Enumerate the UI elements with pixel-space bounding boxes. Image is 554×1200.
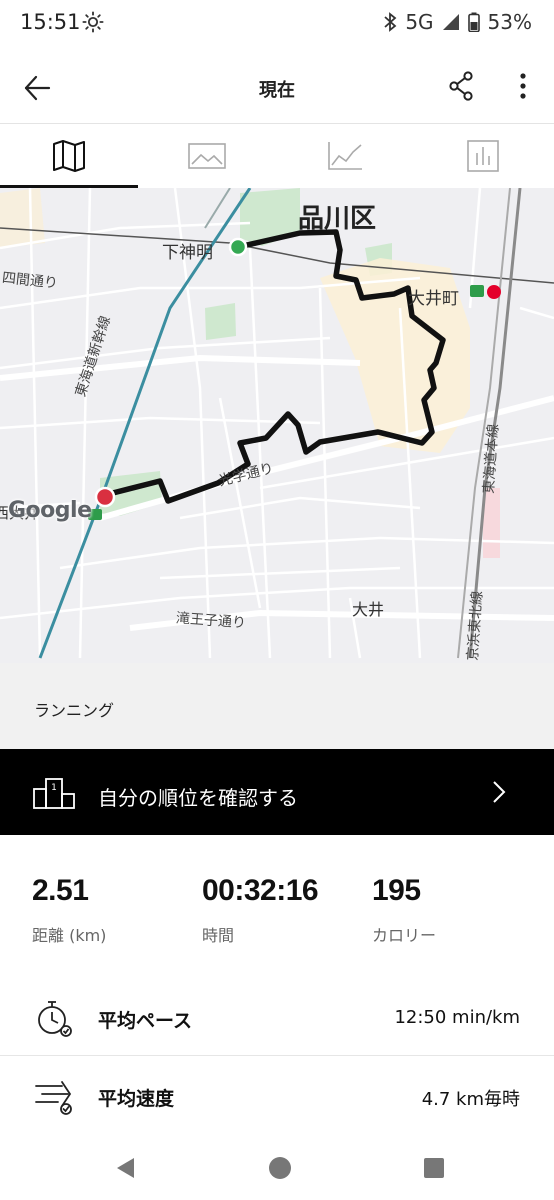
chevron-right-icon (493, 781, 506, 803)
tab-graph[interactable] (276, 124, 414, 188)
top-app-bar: 現在 (0, 48, 554, 124)
stat-duration-label: 時間 (202, 926, 235, 945)
bluetooth-icon (384, 12, 397, 32)
map-label-oi: 大井 (352, 600, 385, 619)
tab-bar (0, 124, 554, 188)
line-chart-icon (328, 142, 362, 170)
stat-duration: 00:32:16 時間 (202, 874, 319, 946)
map-icon (53, 140, 85, 172)
image-icon (188, 143, 226, 169)
metric-row-avg-pace: 平均ペース 12:50 min/km (0, 980, 554, 1056)
stat-distance: 2.51 距離 (km) (32, 874, 106, 946)
ranking-label: 自分の順位を確認する (98, 786, 298, 810)
tab-photos[interactable] (138, 124, 276, 188)
bar-chart-icon (467, 140, 499, 172)
google-logo: Google (8, 498, 92, 523)
tab-splits[interactable] (414, 124, 552, 188)
stat-calories: 195 カロリー (372, 874, 436, 946)
stat-duration-value: 00:32:16 (202, 874, 319, 907)
podium-icon: 1 (33, 778, 75, 809)
metric-avg-pace-value: 12:50 min/km (394, 1007, 520, 1028)
start-marker (228, 237, 248, 257)
ranking-banner[interactable]: 1 自分の順位を確認する (0, 749, 554, 835)
share-icon[interactable] (444, 68, 480, 104)
metric-avg-speed-value: 4.7 km毎時 (421, 1089, 520, 1110)
map-label-oimachi: 大井町 (408, 289, 459, 309)
stopwatch-icon (38, 1001, 72, 1037)
tab-map[interactable] (0, 124, 138, 188)
map-label-start-station: 下神明 (162, 243, 213, 263)
signal-icon (442, 14, 459, 30)
sun-icon (82, 11, 104, 33)
svg-text:1: 1 (51, 783, 57, 793)
speed-icon (35, 1081, 72, 1115)
metric-avg-pace-label: 平均ペース (98, 1010, 193, 1032)
network-type: 5G (405, 10, 434, 34)
battery-level: 53% (487, 10, 532, 34)
battery-icon (467, 12, 480, 32)
metric-avg-speed-label: 平均速度 (98, 1088, 175, 1110)
system-nav-bar (0, 1136, 554, 1200)
summary-stats: 2.51 距離 (km) 00:32:16 時間 195 カロリー (0, 860, 554, 960)
status-time: 15:51 (20, 10, 81, 34)
nav-home-icon[interactable] (266, 1154, 294, 1182)
end-marker (94, 486, 116, 508)
nav-back-icon[interactable] (112, 1154, 140, 1182)
metric-row-avg-speed: 平均速度 4.7 km毎時 (0, 1058, 554, 1134)
map-label-ward: 品川区 (298, 204, 377, 234)
stat-calories-value: 195 (372, 874, 421, 907)
stat-distance-label: 距離 (km) (32, 926, 107, 945)
route-map[interactable]: 品川区 下神明 大井町 四間通り 東海道新幹線 東海道本線 京浜東北線 光学通り… (0, 188, 554, 663)
status-bar: 15:51 5G 53% (0, 0, 554, 48)
more-vert-icon[interactable] (508, 68, 538, 104)
stat-calories-label: カロリー (372, 926, 437, 945)
activity-type-label: ランニング (34, 701, 115, 720)
stat-distance-value: 2.51 (32, 874, 89, 907)
activity-type-section: ランニング (0, 663, 554, 749)
nav-recents-icon[interactable] (420, 1154, 448, 1182)
